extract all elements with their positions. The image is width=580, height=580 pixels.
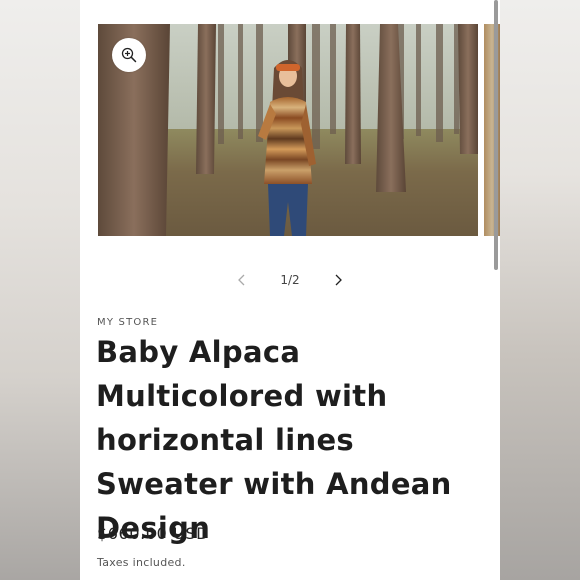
vendor-label: MY STORE bbox=[97, 317, 159, 328]
background-right bbox=[500, 0, 580, 580]
chevron-right-icon bbox=[335, 274, 342, 286]
background-left bbox=[0, 0, 80, 580]
image-counter: 1/2 bbox=[280, 273, 300, 287]
page-scrollbar[interactable] bbox=[494, 0, 498, 270]
product-page: 1/2 MY STORE Baby Alpaca Multicolored wi… bbox=[80, 0, 500, 580]
product-image[interactable] bbox=[98, 24, 478, 236]
tax-note: Taxes included. bbox=[97, 556, 186, 569]
product-title: Baby Alpaca Multicolored with horizontal… bbox=[96, 335, 452, 545]
next-image-button[interactable] bbox=[326, 268, 350, 292]
chevron-left-icon bbox=[238, 274, 245, 286]
gallery-pager: 1/2 bbox=[230, 266, 350, 294]
product-price: $660.00 USD bbox=[97, 524, 210, 543]
zoom-in-icon bbox=[121, 47, 137, 63]
previous-image-button[interactable] bbox=[230, 268, 254, 292]
forest-photo bbox=[98, 24, 478, 236]
zoom-button[interactable] bbox=[112, 38, 146, 72]
